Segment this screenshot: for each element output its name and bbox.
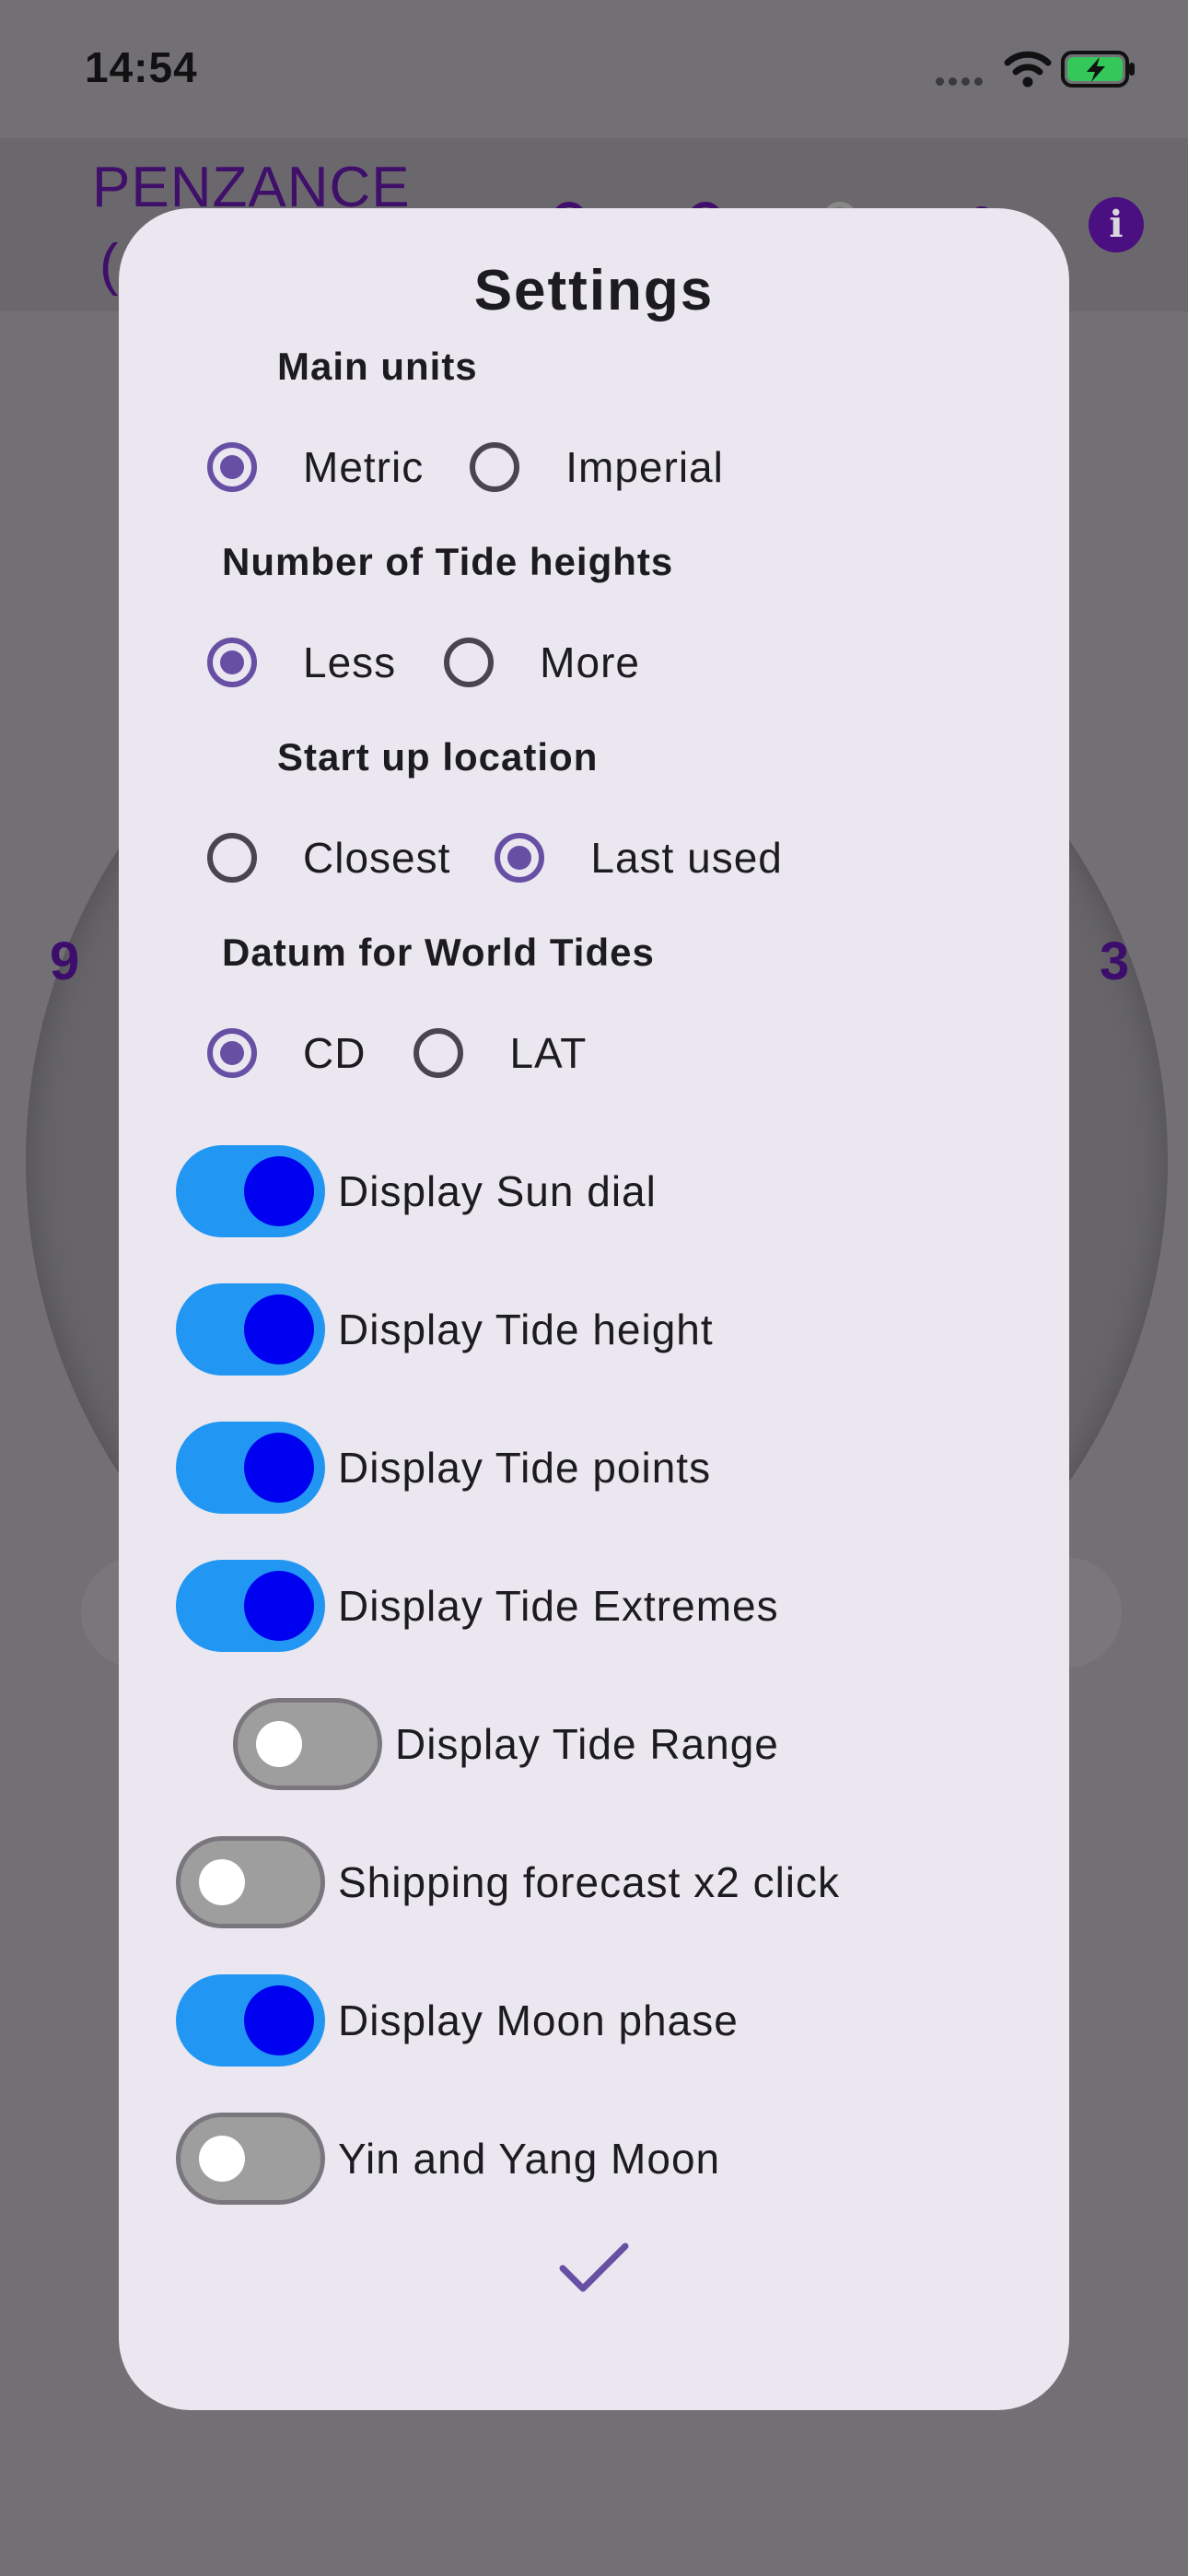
radio-button-closest[interactable] [207,833,257,883]
toggle-row-shipping-forecast[interactable]: Shipping forecast x2 click [176,1836,840,1928]
radio-option-more[interactable]: More [444,638,640,687]
toggle-label-shipping-forecast: Shipping forecast x2 click [338,1858,841,1906]
section-title-datum: Datum for World Tides [222,931,655,974]
toggle-shipping-forecast[interactable] [176,1836,325,1928]
toggle-moon-phase[interactable] [176,1974,325,2067]
radio-button-imperial[interactable] [470,442,520,492]
confirm-check-icon[interactable] [548,2231,640,2305]
toggle-label-sun-dial: Display Sun dial [338,1167,657,1215]
battery-charging-icon [1061,51,1135,88]
section-title-tide-heights: Number of Tide heights [222,540,674,583]
radio-group-tide-heights: Less More [207,626,660,699]
toggle-sun-dial[interactable] [176,1145,325,1237]
radio-label-imperial: Imperial [565,443,724,491]
toggle-row-moon-phase[interactable]: Display Moon phase [176,1974,739,2067]
toggle-label-yin-yang-moon: Yin and Yang Moon [338,2135,721,2183]
toggle-tide-points[interactable] [176,1422,325,1514]
section-title-startup-location: Start up location [277,735,599,779]
toggle-row-tide-extremes[interactable]: Display Tide Extremes [176,1560,779,1652]
toggle-knob [256,1721,302,1767]
radio-option-less[interactable]: Less [207,638,396,687]
location-subtitle: ( [99,233,119,297]
radio-button-less[interactable] [207,638,257,687]
radio-option-last-used[interactable]: Last used [495,833,782,883]
toggle-yin-yang-moon[interactable] [176,2113,325,2205]
toggle-label-tide-extremes: Display Tide Extremes [338,1582,779,1630]
toggle-label-tide-points: Display Tide points [338,1444,712,1492]
radio-button-more[interactable] [444,638,495,687]
toggle-label-tide-height: Display Tide height [338,1306,714,1353]
section-title-main-units: Main units [277,345,478,388]
toggle-row-tide-height[interactable]: Display Tide height [176,1283,714,1376]
toggle-knob [199,1859,245,1905]
radio-option-cd[interactable]: CD [207,1028,366,1078]
radio-option-closest[interactable]: Closest [207,833,450,883]
toggle-knob [244,1985,314,2055]
toggle-label-moon-phase: Display Moon phase [338,1996,739,2044]
wifi-icon [1004,51,1052,88]
radio-button-metric[interactable] [207,442,257,492]
toggle-row-yin-yang-moon[interactable]: Yin and Yang Moon [176,2113,720,2205]
toggle-tide-range[interactable] [233,1698,382,1790]
dial-number-9: 9 [50,931,80,991]
toggle-row-sun-dial[interactable]: Display Sun dial [176,1145,657,1237]
radio-label-metric: Metric [303,443,425,491]
radio-option-imperial[interactable]: Imperial [470,442,724,492]
toggle-row-tide-points[interactable]: Display Tide points [176,1422,711,1514]
radio-label-more: More [540,638,640,686]
radio-button-cd[interactable] [207,1028,257,1078]
toggle-tide-height[interactable] [176,1283,325,1376]
radio-group-main-units: Metric Imperial [207,430,744,504]
radio-button-lat[interactable] [413,1028,464,1078]
toggle-knob [244,1294,314,1364]
cellular-signal-icon [936,74,991,86]
radio-option-lat[interactable]: LAT [413,1028,587,1078]
radio-label-cd: CD [303,1029,367,1077]
toggle-tide-extremes[interactable] [176,1560,325,1652]
dial-number-3: 3 [1100,931,1130,991]
radio-button-last-used[interactable] [495,833,545,883]
settings-dialog: Settings Main units Metric Imperial Numb… [119,208,1069,2410]
toggle-row-tide-range[interactable]: Display Tide Range [233,1698,779,1790]
toggle-knob [199,2136,245,2182]
toggle-knob [244,1156,314,1226]
radio-option-metric[interactable]: Metric [207,442,424,492]
radio-label-last-used: Last used [590,834,783,882]
toggle-knob [244,1571,314,1641]
status-time: 14:54 [85,43,198,91]
radio-label-less: Less [303,638,397,686]
status-bar: 14:54 [0,0,1188,138]
toggle-label-tide-range: Display Tide Range [395,1720,779,1768]
dialog-title: Settings [473,259,715,322]
toggle-knob [244,1433,314,1503]
radio-group-datum: CD LAT [207,1016,607,1090]
info-icon[interactable]: i [1089,197,1144,252]
radio-label-closest: Closest [303,834,451,882]
radio-label-lat: LAT [509,1029,588,1077]
radio-group-startup-location: Closest Last used [207,821,803,895]
